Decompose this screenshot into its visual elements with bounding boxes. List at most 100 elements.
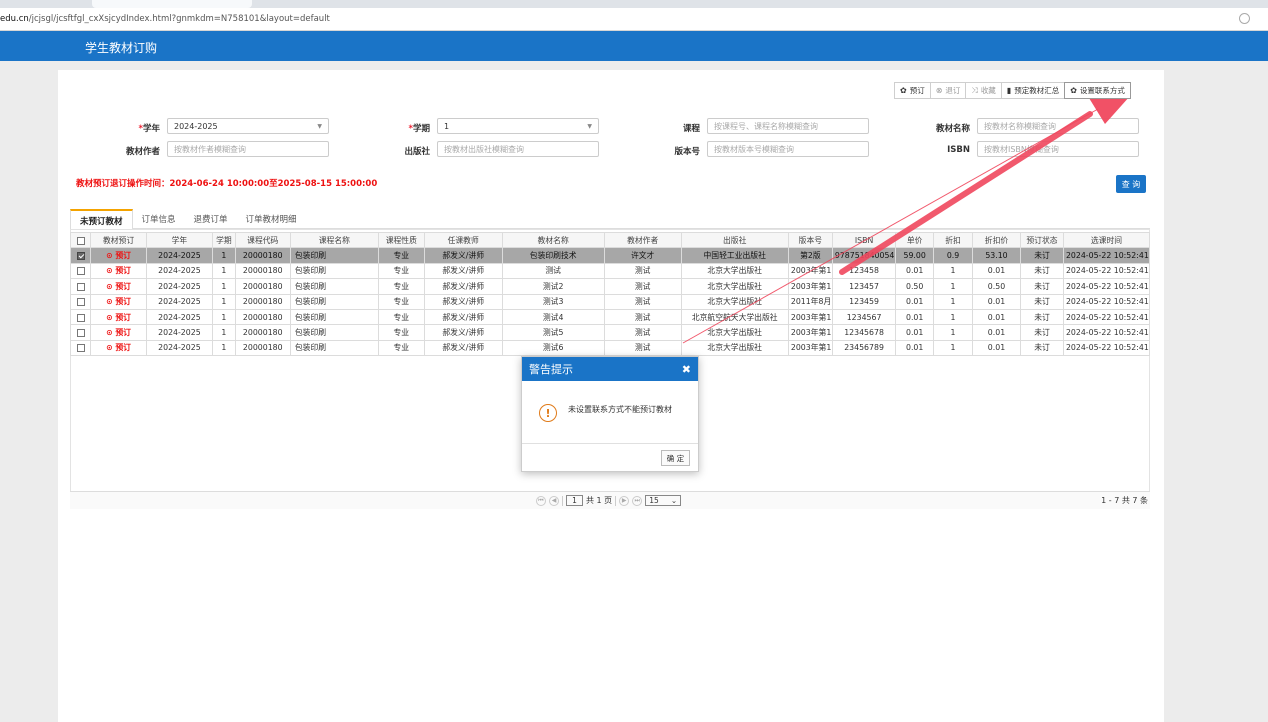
table-cell: 专业 — [377, 247, 425, 264]
tab-orders[interactable]: 订单信息 — [133, 209, 185, 229]
row-checkbox[interactable] — [76, 282, 85, 291]
column-header[interactable]: 学年 — [145, 231, 214, 249]
edition-input[interactable]: 按教材版本号模糊查询 — [707, 141, 869, 157]
query-button[interactable]: 查 询 — [1116, 175, 1146, 193]
table-cell: 未订 — [1020, 262, 1064, 280]
year-select[interactable]: 2024-2025 ▼ — [167, 118, 329, 134]
table-cell: 1 — [933, 293, 973, 310]
order-link[interactable]: ⊙ 预订 — [90, 339, 147, 357]
row-checkbox[interactable] — [76, 267, 85, 276]
table-row[interactable]: ⊙ 预订 2024-2025 1 20000180 包装印刷 专业 郝发义/讲师 包装印刷技术… — [69, 247, 1151, 264]
select-all-checkbox[interactable] — [76, 236, 85, 245]
row-checkbox[interactable] — [76, 252, 85, 261]
row-checkbox-cell[interactable] — [69, 247, 92, 264]
table-cell: 专业 — [377, 324, 425, 341]
table-row[interactable]: ⊙ 预订 2024-2025 1 20000180 包装印刷 专业 郝发义/讲师 测试4 测试北… — [69, 308, 1151, 326]
order-link[interactable]: ⊙ 预订 — [90, 293, 147, 310]
column-header[interactable]: 选课时间 — [1062, 231, 1151, 249]
row-checkbox[interactable] — [76, 313, 85, 322]
tab-unreserved[interactable]: 未预订教材 — [70, 209, 133, 230]
reserve-circle-icon: ⊙ — [106, 251, 116, 261]
order-link[interactable]: ⊙ 预订 — [90, 324, 147, 341]
warning-dialog: 警告提示 ✖ ! 未设置联系方式不能预订教材 确 定 — [521, 356, 699, 472]
summary-button[interactable]: ▮ 预定教材汇总 — [1000, 82, 1066, 99]
table-row[interactable]: ⊙ 预订 2024-2025 1 20000180 包装印刷 专业 郝发义/讲师 测试6 测试北… — [69, 339, 1151, 357]
order-link[interactable]: ⊙ 预订 — [90, 308, 147, 326]
select-all-header[interactable] — [69, 231, 92, 249]
column-header[interactable]: 课程名称 — [289, 231, 379, 249]
row-checkbox-cell[interactable] — [69, 293, 92, 310]
first-page-icon[interactable]: ⏮ — [536, 495, 546, 506]
isbn-input[interactable]: 按教材ISBN模糊查询 — [977, 141, 1139, 157]
close-icon[interactable]: ✖ — [682, 363, 691, 376]
table-cell: 郝发义/讲师 — [423, 247, 503, 264]
column-header[interactable]: ISBN — [831, 231, 897, 249]
reload-icon[interactable] — [1239, 13, 1250, 24]
favorite-button[interactable]: ⤨ 收藏 — [965, 82, 1002, 99]
reserve-button[interactable]: ✿ 预订 — [894, 82, 931, 99]
course-input[interactable]: 按课程号、课程名称模糊查询 — [707, 118, 869, 134]
column-header[interactable]: 课程代码 — [234, 231, 291, 249]
column-header[interactable]: 教材预订 — [90, 231, 147, 249]
row-checkbox[interactable] — [76, 329, 85, 338]
order-link[interactable]: ⊙ 预订 — [90, 247, 147, 264]
table-cell: 20000180 — [234, 339, 291, 357]
prev-page-icon[interactable]: ◀ — [549, 495, 559, 506]
gear-icon: ✿ — [1070, 86, 1077, 95]
row-checkbox-cell[interactable] — [69, 308, 92, 326]
publisher-input[interactable]: 按教材出版社模糊查询 — [437, 141, 599, 157]
next-page-icon[interactable]: ▶ — [619, 495, 630, 506]
table-cell: 123457 — [831, 278, 897, 295]
column-header[interactable]: 版本号 — [787, 231, 833, 249]
table-cell: 测试 — [603, 278, 682, 295]
table-cell: 测试 — [603, 339, 682, 357]
row-checkbox[interactable] — [76, 344, 85, 353]
gear-icon: ✿ — [900, 86, 907, 95]
table-cell: 2024-2025 — [145, 247, 214, 264]
pager-divider — [562, 495, 563, 506]
row-checkbox-cell[interactable] — [69, 339, 92, 357]
order-link[interactable]: ⊙ 预订 — [90, 278, 147, 295]
row-checkbox-cell[interactable] — [69, 324, 92, 341]
confirm-button[interactable]: 确 定 — [661, 450, 690, 466]
table-cell: 测试3 — [501, 293, 605, 310]
row-checkbox-cell[interactable] — [69, 278, 92, 295]
column-header[interactable]: 任课教师 — [423, 231, 503, 249]
tab-refund-orders[interactable]: 退费订单 — [185, 209, 237, 229]
column-header[interactable]: 预订状态 — [1020, 231, 1064, 249]
column-header[interactable]: 课程性质 — [377, 231, 425, 249]
order-link[interactable]: ⊙ 预订 — [90, 262, 147, 280]
table-row[interactable]: ⊙ 预订 2024-2025 1 20000180 包装印刷 专业 郝发义/讲师 测试 测试 北京… — [69, 262, 1151, 280]
browser-tab[interactable] — [92, 0, 252, 8]
url-domain: edu.cn — [0, 14, 29, 24]
row-checkbox-cell[interactable] — [69, 262, 92, 280]
column-header[interactable]: 教材名称 — [501, 231, 605, 249]
address-bar[interactable]: edu.cn/jcjsgl/jcsftfgl_cxXsjcydIndex.htm… — [0, 8, 1268, 31]
isbn-label: ISBN — [947, 145, 970, 155]
last-page-icon[interactable]: ⏭ — [632, 495, 643, 506]
column-header[interactable]: 学期 — [212, 231, 236, 249]
table-cell: 1 — [212, 247, 236, 264]
table-row[interactable]: ⊙ 预订 2024-2025 1 20000180 包装印刷 专业 郝发义/讲师 测试2 测试北… — [69, 278, 1151, 295]
column-header[interactable]: 出版社 — [680, 231, 789, 249]
action-toolbar: ✿ 预订 ⊗ 退订 ⤨ 收藏 ▮ 预定教材汇总 ✿ 设置联系方式 — [894, 82, 1131, 99]
table-header-row: 教材预订 学年 学期 课程代码 课程名称 课程性质 任课教师 教材名称 教材作者… — [69, 231, 1151, 249]
material-name-input[interactable]: 按教材名称模糊查询 — [977, 118, 1139, 134]
page-size-select[interactable]: 15 ⌄ — [645, 495, 682, 506]
table-row[interactable]: ⊙ 预订 2024-2025 1 20000180 包装印刷 专业 郝发义/讲师 测试3 测试北… — [69, 293, 1151, 310]
column-header[interactable]: 折扣 — [933, 231, 973, 249]
column-header[interactable]: 单价 — [895, 231, 935, 249]
table-row[interactable]: ⊙ 预订 2024-2025 1 20000180 包装印刷 专业 郝发义/讲师 测试5 测试北… — [69, 324, 1151, 341]
column-header[interactable]: 教材作者 — [603, 231, 682, 249]
tab-order-details[interactable]: 订单教材明细 — [237, 209, 306, 229]
unreserve-button[interactable]: ⊗ 退订 — [929, 82, 967, 99]
row-checkbox[interactable] — [76, 298, 85, 307]
table-cell: 包装印刷 — [289, 278, 379, 295]
url-path: /jcjsgl/jcsftfgl_cxXsjcydIndex.html?gnmk… — [28, 14, 330, 24]
page-number-input[interactable]: 1 — [566, 495, 583, 506]
set-contact-button[interactable]: ✿ 设置联系方式 — [1064, 82, 1131, 99]
author-input[interactable]: 按教材作者模糊查询 — [167, 141, 329, 157]
column-header[interactable]: 折扣价 — [971, 231, 1022, 249]
term-select[interactable]: 1 ▼ — [437, 118, 599, 134]
table-cell: 未订 — [1020, 324, 1064, 341]
